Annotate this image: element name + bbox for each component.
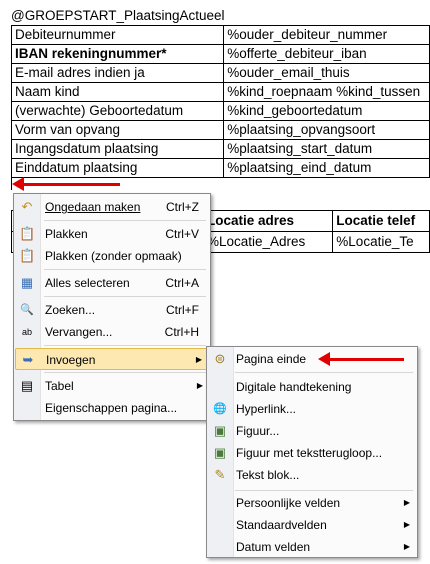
annotation-arrow-left bbox=[12, 177, 120, 191]
menu-item-label: Vervangen... bbox=[45, 325, 113, 339]
menu-item-label: Datum velden bbox=[236, 540, 311, 554]
search-icon: 🔍 bbox=[20, 304, 34, 316]
submenu-item-hyperlink[interactable]: 🌐 Hyperlink... bbox=[208, 398, 416, 420]
menu-item-label: Figuur met tekstterugloop... bbox=[236, 446, 383, 460]
submenu-item-text-block[interactable]: ✎ Tekst blok... bbox=[208, 464, 416, 486]
menu-item-label: Persoonlijke velden bbox=[236, 496, 341, 510]
submenu-item-personal-fields[interactable]: Persoonlijke velden ▶ bbox=[208, 492, 416, 514]
submenu-item-image-wrap[interactable]: ▣ Figuur met tekstterugloop... bbox=[208, 442, 416, 464]
table-cell[interactable]: %ouder_debiteur_nummer bbox=[223, 25, 430, 45]
table-cell[interactable]: Naam kind bbox=[10, 82, 225, 102]
table-cell[interactable]: %plaatsing_opvangsoort bbox=[223, 120, 430, 140]
table-row: Debiteurnummer %ouder_debiteur_nummer bbox=[10, 25, 430, 45]
paste-plain-icon: 📋 bbox=[19, 248, 36, 263]
menu-item-label: Alles selecteren bbox=[45, 276, 130, 290]
chevron-right-icon: ▶ bbox=[403, 542, 410, 551]
table-cell[interactable]: %kind_geboortedatum bbox=[223, 101, 430, 121]
text-block-icon: ✎ bbox=[214, 467, 226, 482]
menu-item-search[interactable]: 🔍 Zoeken... Ctrl+F bbox=[15, 299, 209, 321]
menu-item-insert[interactable]: ➥ Invoegen ▶ bbox=[15, 348, 209, 370]
insert-submenu: ⊜ Pagina einde Digitale handtekening 🌐 H… bbox=[206, 346, 418, 558]
page-break-icon: ⊜ bbox=[214, 351, 226, 366]
table-row: (verwachte) Geboortedatum %kind_geboorte… bbox=[10, 101, 430, 121]
menu-item-label: Invoegen bbox=[46, 353, 96, 367]
menu-item-label: Plakken bbox=[45, 227, 88, 241]
menu-item-paste[interactable]: 📋 Plakken Ctrl+V bbox=[15, 223, 209, 245]
submenu-item-image[interactable]: ▣ Figuur... bbox=[208, 420, 416, 442]
placement-table: Debiteurnummer %ouder_debiteur_nummer IB… bbox=[10, 25, 430, 178]
menu-item-label: Hyperlink... bbox=[236, 402, 297, 416]
context-menu: ↶ Ongedaan maken Ctrl+Z 📋 Plakken Ctrl+V… bbox=[13, 193, 211, 421]
paste-icon: 📋 bbox=[19, 226, 36, 241]
menu-item-undo[interactable]: ↶ Ongedaan maken Ctrl+Z bbox=[15, 196, 209, 218]
undo-icon: ↶ bbox=[21, 199, 33, 214]
menu-item-shortcut: Ctrl+F bbox=[166, 303, 199, 317]
menu-item-label: Pagina einde bbox=[236, 352, 307, 366]
table-cell[interactable]: %kind_roepnaam %kind_tussen bbox=[223, 82, 430, 102]
menu-item-replace[interactable]: ab Vervangen... Ctrl+H bbox=[15, 321, 209, 343]
menu-item-label: Zoeken... bbox=[45, 303, 96, 317]
chevron-right-icon: ▶ bbox=[403, 520, 410, 529]
table-row: Einddatum plaatsing %plaatsing_eind_datu… bbox=[10, 158, 430, 178]
table-row: Naam kind %kind_roepnaam %kind_tussen bbox=[10, 82, 430, 102]
insert-icon: ➥ bbox=[22, 352, 34, 367]
table-cell[interactable]: Vorm van opvang bbox=[10, 120, 225, 140]
table-header-cell[interactable]: Locatie adres bbox=[202, 210, 334, 232]
menu-item-shortcut: Ctrl+V bbox=[165, 227, 199, 241]
chevron-right-icon: ▶ bbox=[195, 355, 202, 364]
table-cell[interactable]: IBAN rekeningnummer* bbox=[10, 44, 225, 64]
table-header-cell[interactable]: Locatie telef bbox=[332, 210, 430, 232]
menu-item-label: Ongedaan maken bbox=[45, 200, 141, 214]
table-cell[interactable]: E-mail adres indien ja bbox=[10, 63, 225, 83]
menu-item-shortcut: Ctrl+Z bbox=[166, 200, 199, 214]
menu-item-label: Plakken (zonder opmaak) bbox=[45, 249, 182, 263]
menu-item-label: Figuur... bbox=[236, 424, 280, 438]
menu-item-select-all[interactable]: ▦ Alles selecteren Ctrl+A bbox=[15, 272, 209, 294]
table-cell[interactable]: Einddatum plaatsing bbox=[10, 158, 225, 178]
table-cell[interactable]: %Locatie_Te bbox=[332, 231, 430, 253]
menu-item-label: Standaardvelden bbox=[236, 518, 327, 532]
submenu-item-standard-fields[interactable]: Standaardvelden ▶ bbox=[208, 514, 416, 536]
menu-item-shortcut: Ctrl+H bbox=[164, 325, 199, 339]
table-row: IBAN rekeningnummer* %offerte_debiteur_i… bbox=[10, 44, 430, 64]
table-cell[interactable]: (verwachte) Geboortedatum bbox=[10, 101, 225, 121]
menu-item-shortcut: Ctrl+A bbox=[165, 276, 199, 290]
table-row: E-mail adres indien ja %ouder_email_thui… bbox=[10, 63, 430, 83]
menu-item-label: Eigenschappen pagina... bbox=[45, 401, 178, 415]
table-row: Ingangsdatum plaatsing %plaatsing_start_… bbox=[10, 139, 430, 159]
select-all-icon: ▦ bbox=[20, 275, 34, 290]
hyperlink-icon: 🌐 bbox=[213, 403, 227, 415]
menu-item-page-properties[interactable]: Eigenschappen pagina... bbox=[15, 397, 209, 419]
document-title: @GROEPSTART_PlaatsingActueel bbox=[11, 8, 225, 23]
chevron-right-icon: ▶ bbox=[403, 498, 410, 507]
image-wrap-icon: ▣ bbox=[213, 445, 227, 460]
table-cell[interactable]: Ingangsdatum plaatsing bbox=[10, 139, 225, 159]
submenu-item-digital-signature[interactable]: Digitale handtekening bbox=[208, 376, 416, 398]
table-icon: ▤ bbox=[20, 378, 34, 393]
replace-icon: ab bbox=[21, 327, 32, 337]
menu-item-label: Digitale handtekening bbox=[236, 380, 352, 394]
table-cell[interactable]: %ouder_email_thuis bbox=[223, 63, 430, 83]
menu-item-label: Tabel bbox=[45, 379, 74, 393]
table-cell[interactable]: %plaatsing_start_datum bbox=[223, 139, 430, 159]
table-cell[interactable]: %offerte_debiteur_iban bbox=[223, 44, 430, 64]
menu-item-table[interactable]: ▤ Tabel ▶ bbox=[15, 375, 209, 397]
annotation-arrow-submenu bbox=[318, 352, 404, 366]
menu-item-paste-plain[interactable]: 📋 Plakken (zonder opmaak) bbox=[15, 245, 209, 267]
menu-item-label: Tekst blok... bbox=[236, 468, 300, 482]
submenu-item-date-fields[interactable]: Datum velden ▶ bbox=[208, 536, 416, 558]
table-cell[interactable]: %plaatsing_eind_datum bbox=[223, 158, 430, 178]
table-row: Vorm van opvang %plaatsing_opvangsoort bbox=[10, 120, 430, 140]
image-icon: ▣ bbox=[213, 423, 227, 438]
chevron-right-icon: ▶ bbox=[196, 381, 203, 390]
table-cell[interactable]: Debiteurnummer bbox=[10, 25, 225, 45]
table-cell[interactable]: %Locatie_Adres bbox=[202, 231, 334, 253]
